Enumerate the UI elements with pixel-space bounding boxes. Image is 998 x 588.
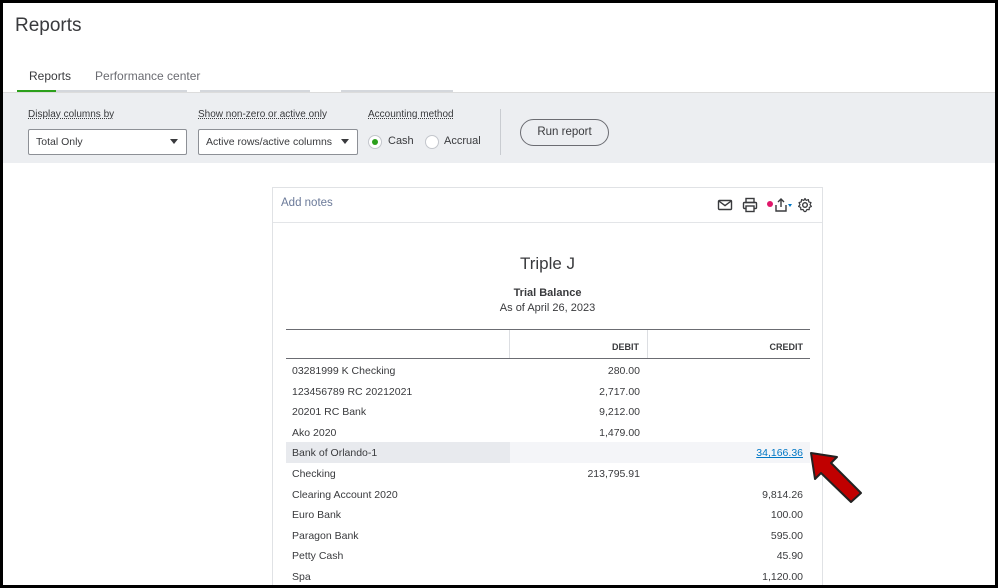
- non-zero-select[interactable]: Active rows/active columns: [198, 129, 358, 155]
- settings-icon[interactable]: [797, 197, 813, 213]
- account-cell: 20201 RC Bank: [286, 401, 510, 422]
- accrual-radio[interactable]: [425, 135, 439, 149]
- account-cell: Spa: [286, 566, 510, 585]
- column-separator: [647, 330, 648, 358]
- display-columns-value: Total Only: [36, 136, 83, 148]
- export-icon[interactable]: [773, 197, 793, 213]
- account-cell: Bank of Orlando-1: [286, 442, 510, 463]
- display-columns-label: Display columns by: [28, 109, 115, 120]
- credit-amount-link[interactable]: 34,166.36: [756, 447, 803, 459]
- table-row[interactable]: Clearing Account 2020 9,814.26: [286, 484, 810, 505]
- filter-divider: [500, 109, 501, 155]
- credit-amount: 1,120.00: [762, 571, 803, 583]
- account-name: Clearing Account 2020: [292, 488, 398, 501]
- table-row[interactable]: Euro Bank 100.00: [286, 504, 810, 525]
- debit-amount: 213,795.91: [587, 468, 640, 480]
- account-cell: Clearing Account 2020: [286, 484, 510, 505]
- app-window: Reports Reports Performance center Displ…: [0, 0, 998, 588]
- report-panel: Add notes Triple J Trial Balance As of A…: [272, 187, 823, 585]
- debit-column-header: DEBIT: [612, 342, 639, 352]
- chevron-down-icon: [170, 139, 178, 144]
- cash-radio-label: Cash: [388, 135, 414, 147]
- accrual-radio-label: Accrual: [444, 135, 481, 147]
- account-cell: Petty Cash: [286, 545, 510, 566]
- account-cell: 03281999 K Checking: [286, 360, 510, 381]
- credit-amount: 595.00: [770, 529, 803, 542]
- tab-reports[interactable]: Reports: [17, 61, 84, 93]
- account-name: Petty Cash: [292, 550, 344, 563]
- display-columns-select[interactable]: Total Only: [28, 129, 187, 155]
- debit-amount: 1,479.00: [599, 426, 640, 439]
- table-header-top-line: [286, 329, 810, 330]
- table-row[interactable]: 20201 RC Bank 9,212.00: [286, 401, 810, 422]
- table-row[interactable]: 123456789 RC 20212021 2,717.00: [286, 381, 810, 402]
- print-icon[interactable]: [742, 197, 758, 213]
- account-cell: Ako 2020: [286, 422, 510, 443]
- add-notes-link[interactable]: Add notes: [281, 197, 333, 209]
- account-cell: 123456789 RC 20212021: [286, 381, 510, 402]
- non-zero-value: Active rows/active columns: [206, 136, 333, 148]
- account-name: Ako 2020: [292, 426, 337, 439]
- debit-amount: 9,212.00: [599, 406, 640, 419]
- table-row[interactable]: Ako 2020 1,479.00: [286, 422, 810, 443]
- report-filter-bar: Display columns by Total Only Show non-z…: [3, 93, 995, 163]
- credit-amount: 9,814.26: [762, 488, 803, 501]
- table-header-bottom-line: [286, 358, 810, 359]
- table-row[interactable]: Spa 1,120.00: [286, 566, 810, 585]
- account-name: 03281999 K Checking: [292, 365, 396, 377]
- credit-amount: 45.90: [776, 550, 803, 563]
- table-row[interactable]: Paragon Bank 595.00: [286, 525, 810, 546]
- annotation-arrow-icon: [810, 452, 862, 503]
- account-name: Bank of Orlando-1: [292, 447, 378, 460]
- account-name: Spa: [292, 571, 311, 583]
- credit-column-header: CREDIT: [769, 342, 804, 352]
- column-separator: [509, 330, 510, 358]
- run-report-button[interactable]: Run report: [520, 119, 609, 146]
- account-name: Paragon Bank: [292, 529, 359, 542]
- account-name: Checking: [292, 468, 336, 480]
- email-icon[interactable]: [717, 197, 733, 213]
- table-row[interactable]: Bank of Orlando-1 34,166.36: [286, 442, 810, 463]
- cash-radio[interactable]: [368, 135, 382, 149]
- report-date: As of April 26, 2023: [499, 302, 596, 314]
- account-name: Euro Bank: [292, 509, 342, 522]
- table-row[interactable]: Checking 213,795.91: [286, 463, 810, 484]
- account-name: 20201 RC Bank: [292, 406, 367, 419]
- non-zero-label: Show non-zero or active only: [198, 109, 327, 120]
- debit-amount: 280.00: [607, 365, 640, 377]
- account-cell: Checking: [286, 463, 510, 484]
- credit-amount: 100.00: [770, 509, 803, 522]
- company-name: Triple J: [519, 254, 576, 273]
- chevron-down-icon: [341, 139, 349, 144]
- tab-performance-center[interactable]: Performance center: [83, 61, 212, 93]
- report-toolbar: Add notes: [273, 188, 822, 223]
- account-cell: Paragon Bank: [286, 525, 510, 546]
- accounting-method-label: Accounting method: [368, 109, 454, 120]
- report-name: Trial Balance: [513, 287, 582, 299]
- table-row[interactable]: 03281999 K Checking 280.00: [286, 360, 810, 381]
- account-name: 123456789 RC 20212021: [292, 385, 413, 398]
- table-row[interactable]: Petty Cash 45.90: [286, 545, 810, 566]
- account-cell: Euro Bank: [286, 504, 510, 525]
- page-title: Reports: [15, 15, 82, 36]
- debit-amount: 2,717.00: [599, 385, 640, 398]
- tab-bar: Reports Performance center: [17, 61, 212, 93]
